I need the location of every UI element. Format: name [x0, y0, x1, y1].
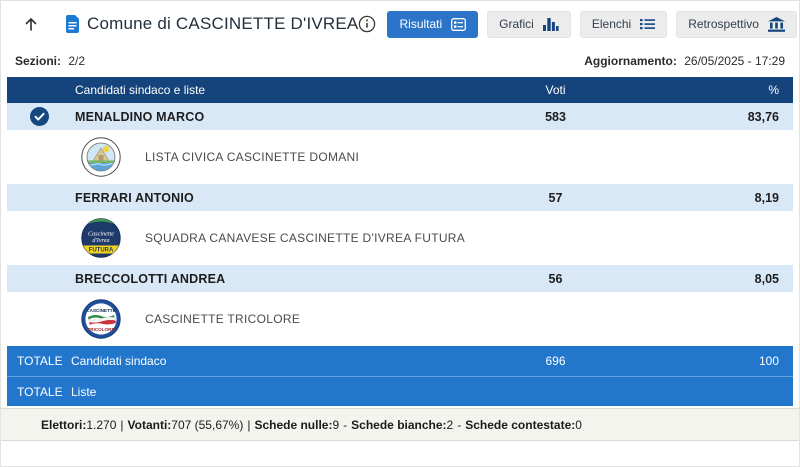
candidate-percent: 8,05	[653, 272, 793, 286]
logo-top-text: CASCINETTE	[86, 308, 115, 313]
logo-band-text: FUTURA	[89, 248, 114, 254]
up-arrow-icon	[23, 16, 39, 32]
candidate-name: BRECCOLOTTI ANDREA	[71, 272, 458, 286]
candidate-row-menaldino: MENALDINO MARCO 583 83,76	[7, 103, 793, 130]
contested-ballots-value: 0	[575, 418, 582, 432]
sections-counter: Sezioni: 2/2	[15, 54, 85, 68]
document-icon	[65, 15, 80, 33]
topbar: Comune di CASCINETTE D'IVREA Risultati G…	[1, 1, 799, 47]
info-icon[interactable]	[358, 15, 376, 33]
total-name: Candidati sindaco	[71, 354, 458, 368]
candidate-row-breccolotti: BRECCOLOTTI ANDREA 56 8,05	[7, 265, 793, 292]
voters-label: Votanti:	[128, 418, 172, 432]
meta-row: Sezioni: 2/2 Aggiornamento: 26/05/2025 -…	[1, 47, 799, 77]
sections-label: Sezioni:	[15, 54, 61, 68]
last-update-value: 26/05/2025 - 17:29	[684, 54, 785, 68]
total-votes: 696	[458, 354, 653, 368]
total-name: Liste	[71, 385, 458, 399]
party-logo-tricolore: CASCINETTE TRICOLORE	[81, 299, 121, 339]
null-ballots-label: Schede nulle:	[254, 418, 332, 432]
candidate-votes: 583	[458, 110, 653, 124]
candidate-row-ferrari: FERRARI ANTONIO 57 8,19	[7, 184, 793, 211]
list-name: LISTA CIVICA CASCINETTE DOMANI	[145, 150, 359, 164]
voters-value: 707 (55,67%)	[171, 418, 243, 432]
total-row-candidates: TOTALE Candidati sindaco 696 100	[7, 346, 793, 376]
bar-chart-icon	[543, 17, 559, 31]
table-header-row: Candidati sindaco e liste Voti %	[7, 77, 793, 103]
candidate-votes: 56	[458, 272, 653, 286]
list-row-tricolore: CASCINETTE TRICOLORE CASCINETTE TRICOLOR…	[7, 292, 793, 346]
list-row-futura: Cascinette d'Ivrea FUTURA SQUADRA CANAVE…	[7, 211, 793, 265]
logo-bottom-text: TRICOLORE	[87, 327, 114, 332]
contested-ballots-label: Schede contestate:	[465, 418, 575, 432]
blank-ballots-label: Schede bianche:	[351, 418, 446, 432]
blank-ballots-value: 2	[447, 418, 454, 432]
list-icon	[640, 18, 655, 30]
tab-retrospettivo-label: Retrospettivo	[688, 17, 759, 31]
party-logo-futura: Cascinette d'Ivrea FUTURA	[81, 218, 121, 258]
tab-grafici[interactable]: Grafici	[487, 11, 571, 38]
tab-elenchi-label: Elenchi	[592, 17, 631, 31]
column-header-percent: %	[653, 83, 793, 97]
total-percent: 100	[653, 354, 793, 368]
last-update-label: Aggiornamento:	[584, 54, 677, 68]
separator: |	[247, 418, 250, 432]
tab-retrospettivo[interactable]: Retrospettivo	[676, 11, 797, 38]
tab-risultati-label: Risultati	[399, 17, 442, 31]
column-header-votes: Voti	[458, 83, 653, 97]
electors-label: Elettori:	[41, 418, 86, 432]
last-update: Aggiornamento: 26/05/2025 - 17:29	[584, 54, 785, 68]
total-row-lists: TOTALE Liste	[7, 376, 793, 406]
tab-risultati[interactable]: Risultati	[387, 11, 478, 38]
elected-check-icon	[30, 107, 49, 126]
tab-grafici-label: Grafici	[499, 17, 534, 31]
total-label: TOTALE	[7, 385, 71, 399]
results-table: Candidati sindaco e liste Voti % MENALDI…	[7, 77, 793, 406]
candidate-name: MENALDINO MARCO	[71, 110, 458, 124]
separator: -	[457, 418, 461, 432]
separator: -	[343, 418, 347, 432]
bank-icon	[768, 17, 785, 32]
elected-badge	[7, 107, 71, 126]
null-ballots-value: 9	[332, 418, 339, 432]
electors-value: 1.270	[86, 418, 116, 432]
list-name: CASCINETTE TRICOLORE	[145, 312, 300, 326]
results-list-icon	[451, 18, 466, 31]
turnout-stats-bar: Elettori: 1.270 | Votanti: 707 (55,67%) …	[1, 408, 799, 441]
total-label: TOTALE	[7, 354, 71, 368]
page-title: Comune di CASCINETTE D'IVREA	[87, 14, 358, 34]
party-logo-cascinette-domani	[81, 137, 121, 177]
list-name: SQUADRA CANAVESE CASCINETTE D'IVREA FUTU…	[145, 231, 465, 245]
logo-script-line2: d'Ivrea	[92, 237, 109, 244]
column-header-candidates: Candidati sindaco e liste	[71, 83, 458, 97]
candidate-votes: 57	[458, 191, 653, 205]
sections-value: 2/2	[68, 54, 85, 68]
tab-elenchi[interactable]: Elenchi	[580, 11, 667, 38]
election-results-page: Comune di CASCINETTE D'IVREA Risultati G…	[0, 0, 800, 467]
candidate-percent: 8,19	[653, 191, 793, 205]
toolbar: Risultati Grafici Elenchi Retrospettivo …	[358, 11, 800, 38]
scroll-top-button[interactable]	[15, 14, 47, 34]
candidate-name: FERRARI ANTONIO	[71, 191, 458, 205]
list-row-cascinette-domani: LISTA CIVICA CASCINETTE DOMANI	[7, 130, 793, 184]
candidate-percent: 83,76	[653, 110, 793, 124]
separator: |	[120, 418, 123, 432]
